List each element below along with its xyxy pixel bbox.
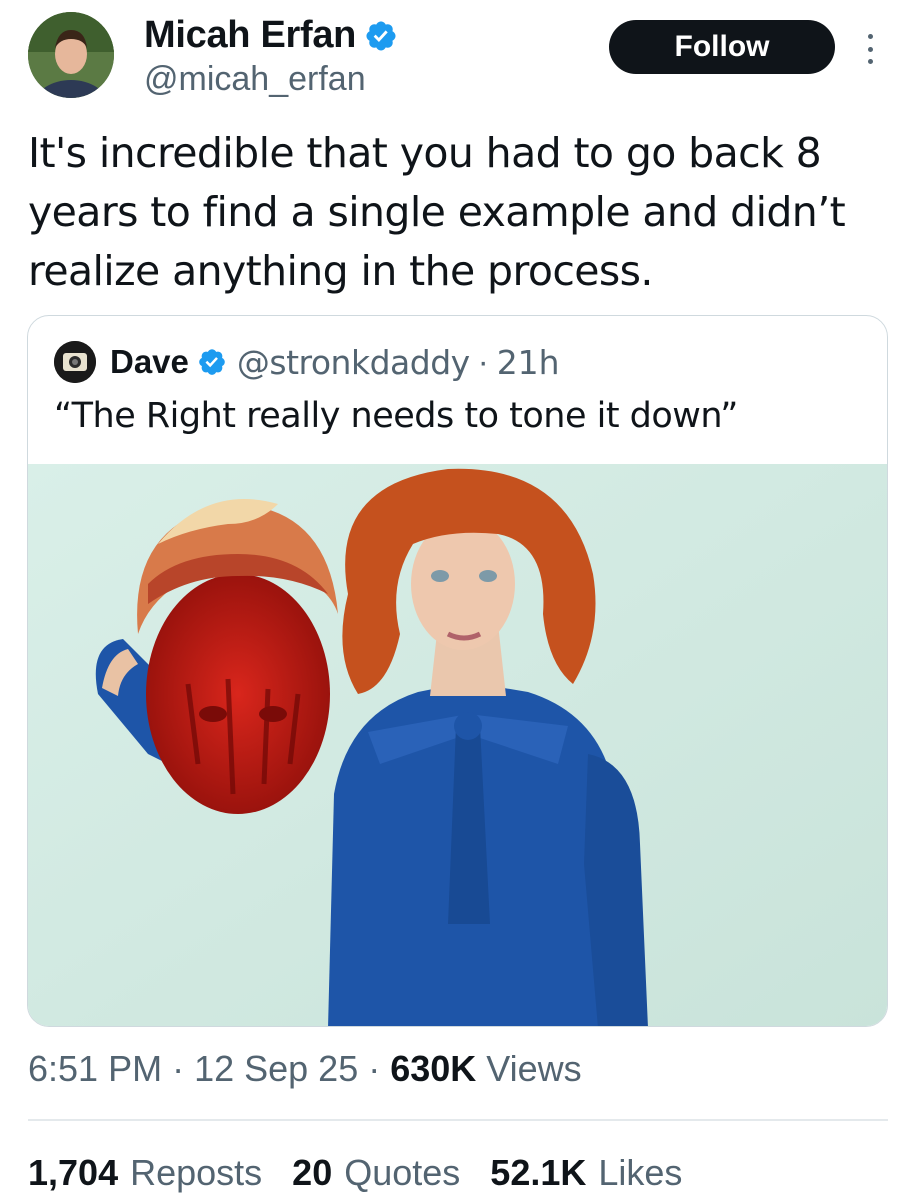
quoted-timestamp[interactable]: 21h — [497, 343, 560, 382]
likes-label: Likes — [598, 1152, 683, 1193]
divider — [28, 1119, 888, 1121]
more-dot — [867, 34, 873, 39]
quotes-stat[interactable]: 20 Quotes — [292, 1152, 460, 1194]
tweet-header: Micah Erfan @micah_erfan Follow — [28, 10, 888, 102]
more-dot — [867, 46, 873, 52]
views-count: 630K — [390, 1048, 477, 1089]
author-display-name[interactable]: Micah Erfan — [144, 14, 356, 57]
quoted-display-name[interactable]: Dave — [110, 343, 189, 381]
more-dot — [867, 59, 873, 64]
reposts-stat[interactable]: 1,704 Reposts — [28, 1152, 262, 1194]
author-avatar[interactable] — [28, 12, 114, 98]
quoted-separator: · — [477, 343, 489, 380]
author-name-row: Micah Erfan — [144, 14, 398, 57]
likes-count: 52.1K — [490, 1152, 587, 1193]
reposts-count: 1,704 — [28, 1152, 119, 1193]
quoted-media-photo[interactable] — [28, 464, 887, 1026]
engagement-stats: 1,704 Reposts 20 Quotes 52.1K Likes — [28, 1152, 712, 1194]
meta-separator: · — [172, 1048, 185, 1089]
tweet-text: It's incredible that you had to go back … — [28, 129, 846, 295]
more-options-icon[interactable] — [860, 28, 880, 70]
quoted-tweet[interactable]: Dave @stronkdaddy · 21h “The Right reall… — [27, 315, 888, 1027]
quoted-avatar[interactable] — [54, 341, 96, 383]
quoted-text: “The Right really needs to tone it down” — [54, 396, 738, 436]
views-label: Views — [486, 1048, 582, 1089]
tweet-meta: 6:51 PM · 12 Sep 25 · 630K Views — [28, 1048, 582, 1090]
follow-button[interactable]: Follow — [609, 20, 835, 74]
likes-stat[interactable]: 52.1K Likes — [490, 1152, 682, 1194]
author-handle[interactable]: @micah_erfan — [144, 60, 366, 99]
meta-separator: · — [368, 1048, 381, 1089]
quotes-count: 20 — [292, 1152, 333, 1193]
quoted-verified-badge-icon — [199, 349, 225, 375]
quoted-header: Dave @stronkdaddy · 21h — [54, 340, 560, 384]
quoted-handle[interactable]: @stronkdaddy — [237, 343, 470, 382]
tweet-date[interactable]: 12 Sep 25 — [194, 1048, 358, 1090]
verified-badge-icon — [366, 20, 396, 51]
quotes-label: Quotes — [344, 1152, 461, 1193]
photo-illustration — [28, 464, 887, 1026]
tweet-time[interactable]: 6:51 PM — [28, 1048, 162, 1090]
reposts-label: Reposts — [130, 1152, 263, 1193]
